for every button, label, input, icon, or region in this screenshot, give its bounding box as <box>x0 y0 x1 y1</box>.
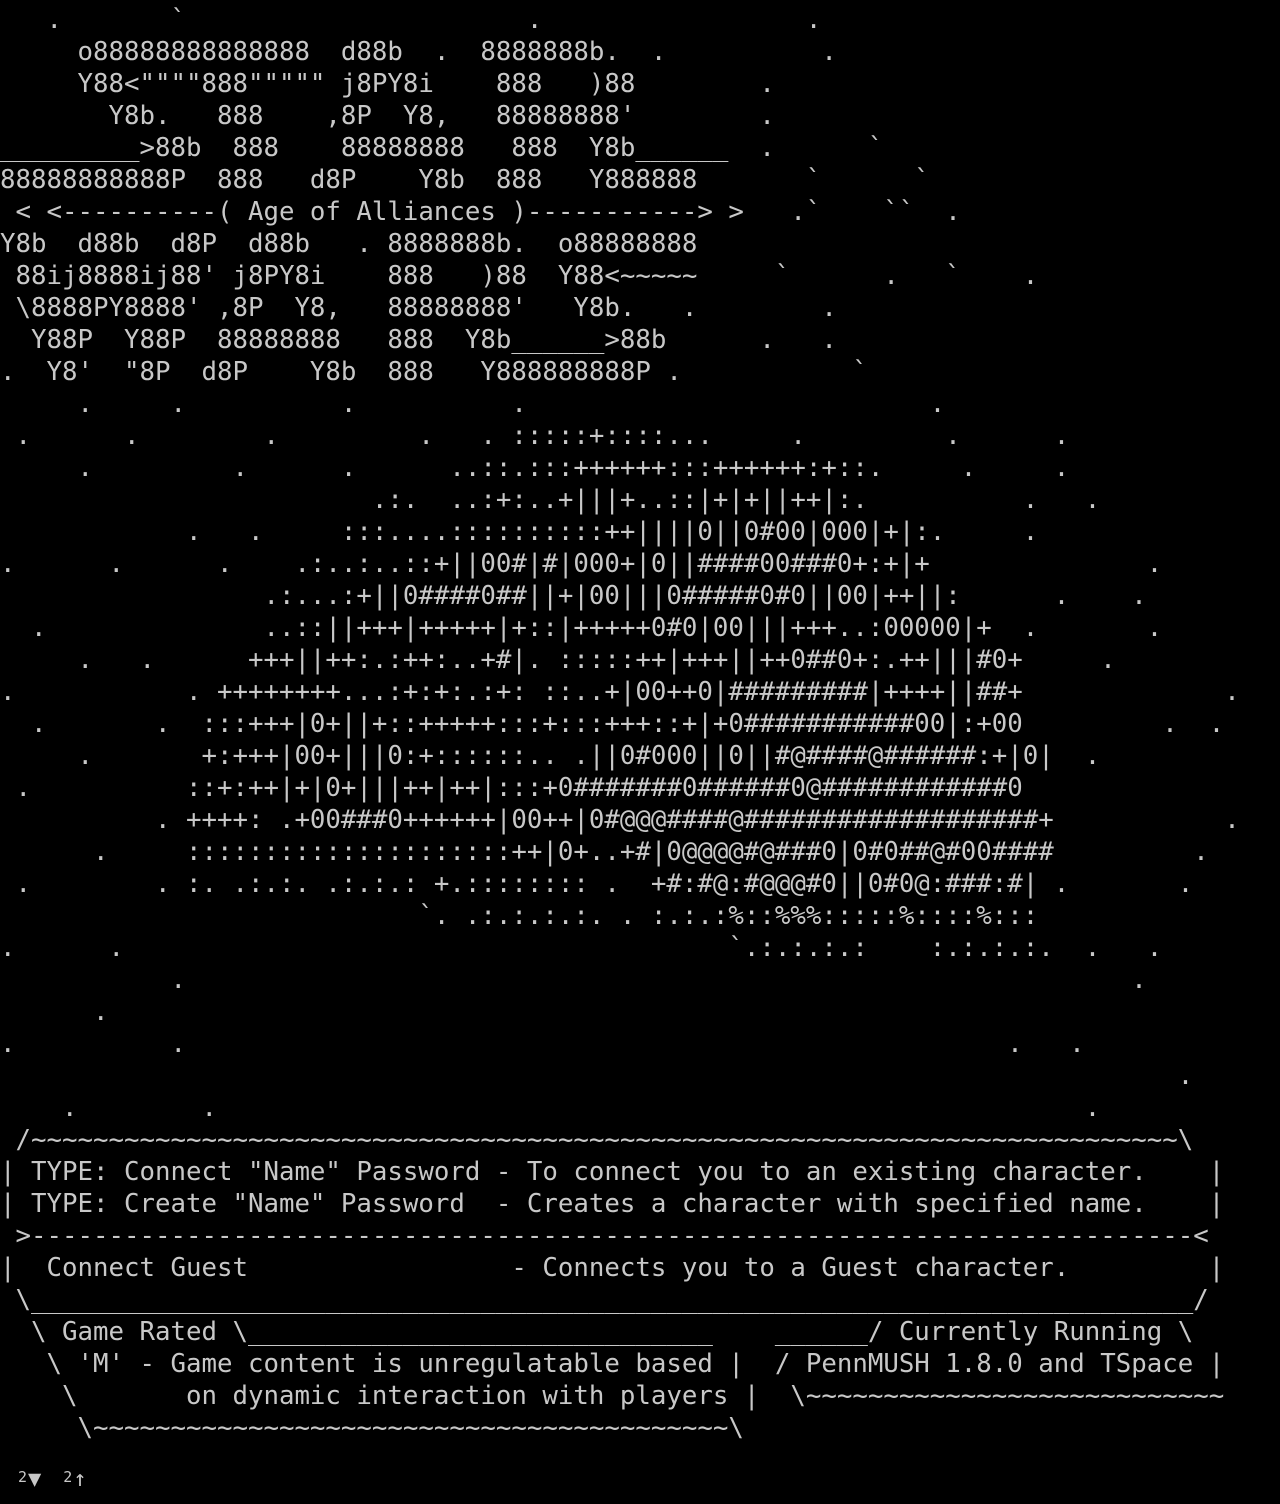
scroll-up-indicator[interactable]: 2 ↑ <box>63 1468 86 1492</box>
terminal-screen: . ` . . o88888888888888 d88b . 8888888b.… <box>0 5 1240 1443</box>
terminal-window[interactable]: . ` . . o88888888888888 d88b . 8888888b.… <box>0 0 1280 1504</box>
status-bar: 2 ▼ 2 ↑ <box>18 1464 87 1496</box>
scroll-down-count: 2 <box>18 1468 28 1486</box>
scroll-down-indicator[interactable]: 2 ▼ <box>18 1468 41 1492</box>
scroll-up-count: 2 <box>63 1468 73 1486</box>
triangle-down-icon: ▼ <box>28 1467 42 1492</box>
arrow-up-icon: ↑ <box>73 1467 87 1492</box>
